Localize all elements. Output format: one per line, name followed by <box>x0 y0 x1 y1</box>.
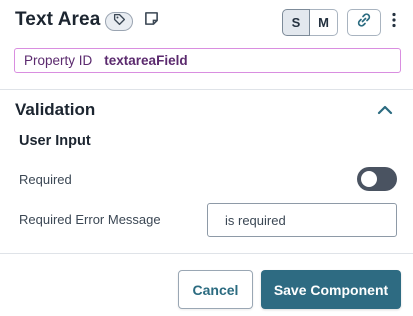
required-toggle[interactable] <box>357 167 397 191</box>
note-icon <box>144 11 159 31</box>
size-toggle-group: S M <box>282 9 338 36</box>
tag-button[interactable] <box>105 12 133 31</box>
validation-collapse-button[interactable] <box>374 101 396 121</box>
link-icon <box>356 12 372 33</box>
note-button[interactable] <box>143 11 160 31</box>
size-medium-button[interactable]: M <box>310 9 338 36</box>
footer-divider <box>0 253 413 254</box>
more-vertical-icon <box>392 12 396 33</box>
panel-header: Text Area S M <box>0 0 413 44</box>
section-divider <box>0 89 413 90</box>
save-component-button[interactable]: Save Component <box>261 270 401 309</box>
required-error-message-input[interactable] <box>207 203 397 237</box>
required-label: Required <box>19 172 72 187</box>
component-title: Text Area <box>15 9 101 30</box>
validation-section-title: Validation <box>15 100 96 119</box>
link-button[interactable] <box>347 9 381 36</box>
chevron-up-icon <box>377 102 393 120</box>
property-id-value: textareaField <box>104 53 188 68</box>
toggle-knob <box>361 171 377 187</box>
cancel-button[interactable]: Cancel <box>178 270 253 309</box>
tag-icon <box>113 13 126 31</box>
size-small-button[interactable]: S <box>282 9 310 36</box>
property-id-field[interactable]: Property ID textareaField <box>14 48 401 73</box>
property-id-label: Property ID <box>24 53 93 68</box>
more-options-button[interactable] <box>387 10 401 35</box>
user-input-group-title: User Input <box>19 133 91 149</box>
required-error-message-label: Required Error Message <box>19 212 161 227</box>
